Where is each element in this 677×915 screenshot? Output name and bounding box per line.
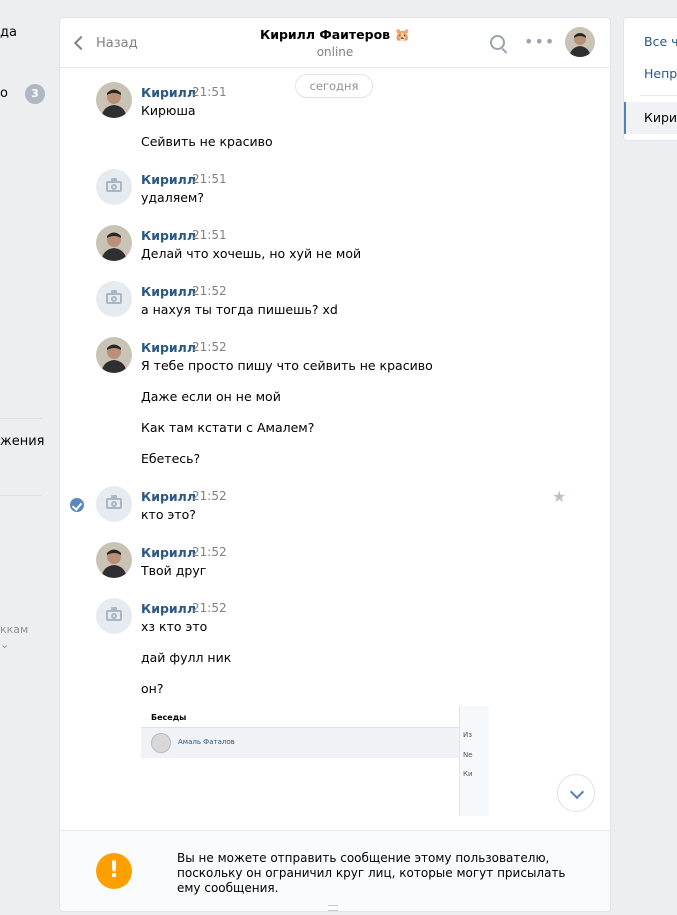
message-text: хз кто это: [141, 619, 208, 634]
unread-badge: 3: [25, 84, 45, 104]
star-icon[interactable]: ★: [552, 487, 566, 506]
active-chat-item[interactable]: Кирил: [624, 102, 677, 134]
message-author[interactable]: Кирилл: [141, 545, 196, 560]
message-text: дай фулл ник: [141, 650, 232, 665]
avatar[interactable]: [96, 169, 132, 205]
back-button[interactable]: Назад: [72, 32, 138, 54]
more-icon[interactable]: •••: [524, 34, 554, 50]
message-author[interactable]: Кирилл: [141, 284, 196, 299]
message-text: Твой друг: [141, 563, 207, 578]
message-author[interactable]: Кирилл: [141, 228, 196, 243]
scroll-down-button[interactable]: [557, 774, 595, 812]
message-text: а нахуя ты тогда пишешь? xd: [141, 302, 338, 317]
avatar[interactable]: [96, 225, 132, 261]
camera-icon: [106, 610, 122, 621]
left-nav-item[interactable]: жения: [0, 434, 44, 449]
camera-icon: [106, 181, 122, 192]
attached-image[interactable]: Беседы Амаль Фаталов Из Ne Ки: [141, 706, 489, 816]
active-chat-label: Кирил: [644, 110, 677, 125]
right-filter-panel: Все ча Непро Кирил: [623, 17, 677, 141]
avatar[interactable]: [96, 281, 132, 317]
filter-unread[interactable]: Непро: [644, 66, 677, 81]
composer-blocked-notice: ! Вы не можете отправить сообщение этому…: [60, 830, 610, 911]
avatar[interactable]: [96, 486, 132, 522]
message-time[interactable]: 21:52: [192, 489, 227, 503]
resize-handle[interactable]: [328, 905, 338, 911]
avatar[interactable]: [96, 82, 132, 118]
chat-panel: Назад Кирилл Фаитеров 🐹 online ••• сегод…: [59, 17, 611, 912]
message-time[interactable]: 21:51: [192, 228, 227, 242]
message-time[interactable]: 21:52: [192, 284, 227, 298]
checkmark-icon[interactable]: [70, 498, 84, 512]
message-author[interactable]: Кирилл: [141, 172, 196, 187]
left-nav-item[interactable]: да: [0, 25, 17, 40]
message-text: Даже если он не мой: [141, 389, 281, 404]
message-text: он?: [141, 681, 164, 696]
message-time[interactable]: 21:51: [192, 172, 227, 186]
message-time[interactable]: 21:51: [192, 85, 227, 99]
message-author[interactable]: Кирилл: [141, 85, 196, 100]
message-author[interactable]: Кирилл: [141, 340, 196, 355]
avatar[interactable]: [96, 337, 132, 373]
message-time[interactable]: 21:52: [192, 545, 227, 559]
chevron-left-icon: [73, 35, 89, 51]
left-nav-item[interactable]: о: [0, 86, 8, 101]
message-text: Я тебе просто пишу что сейвить не красив…: [141, 358, 433, 373]
camera-icon: [106, 293, 122, 304]
avatar[interactable]: [96, 542, 132, 578]
camera-icon: [106, 498, 122, 509]
message-text: кто это?: [141, 507, 196, 522]
search-icon[interactable]: [490, 35, 505, 50]
embed-contact-row: Амаль Фаталов: [141, 728, 459, 758]
chat-title[interactable]: Кирилл Фаитеров 🐹: [210, 27, 460, 43]
divider: [640, 95, 677, 96]
left-nav-item[interactable]: ккам: [0, 623, 28, 636]
message-text: Сейвить не красиво: [141, 134, 273, 149]
left-sidebar: да о 3 жения ккам ⌄: [0, 0, 50, 915]
filter-all-chats[interactable]: Все ча: [644, 34, 677, 49]
online-status: online: [316, 45, 354, 59]
avatar: [151, 733, 171, 753]
embed-title: Беседы: [151, 713, 187, 722]
back-label: Назад: [96, 35, 138, 51]
divider: [0, 495, 42, 496]
notice-text: Вы не можете отправить сообщение этому п…: [177, 851, 566, 895]
divider: [0, 418, 42, 419]
message-author[interactable]: Кирилл: [141, 489, 196, 504]
date-divider: сегодня: [295, 74, 373, 98]
message-text: Делай что хочешь, но хуй не мой: [141, 246, 362, 261]
avatar[interactable]: [565, 27, 595, 57]
message-time[interactable]: 21:52: [192, 601, 227, 615]
message-author[interactable]: Кирилл: [141, 601, 196, 616]
avatar[interactable]: [96, 598, 132, 634]
message-text: удаляем?: [141, 190, 204, 205]
embed-contact-name: Амаль Фаталов: [178, 738, 235, 746]
message-text: Ебетесь?: [141, 451, 201, 466]
chevron-down-icon[interactable]: ⌄: [0, 638, 9, 651]
message-time[interactable]: 21:52: [192, 340, 227, 354]
chat-header: Назад Кирилл Фаитеров 🐹 online •••: [60, 18, 610, 68]
warning-icon: !: [96, 853, 132, 889]
message-text: Кирюша: [141, 103, 196, 118]
message-text: Как там кстати с Амалем?: [141, 420, 315, 435]
embed-side-menu: Из Ne Ки: [459, 706, 489, 816]
